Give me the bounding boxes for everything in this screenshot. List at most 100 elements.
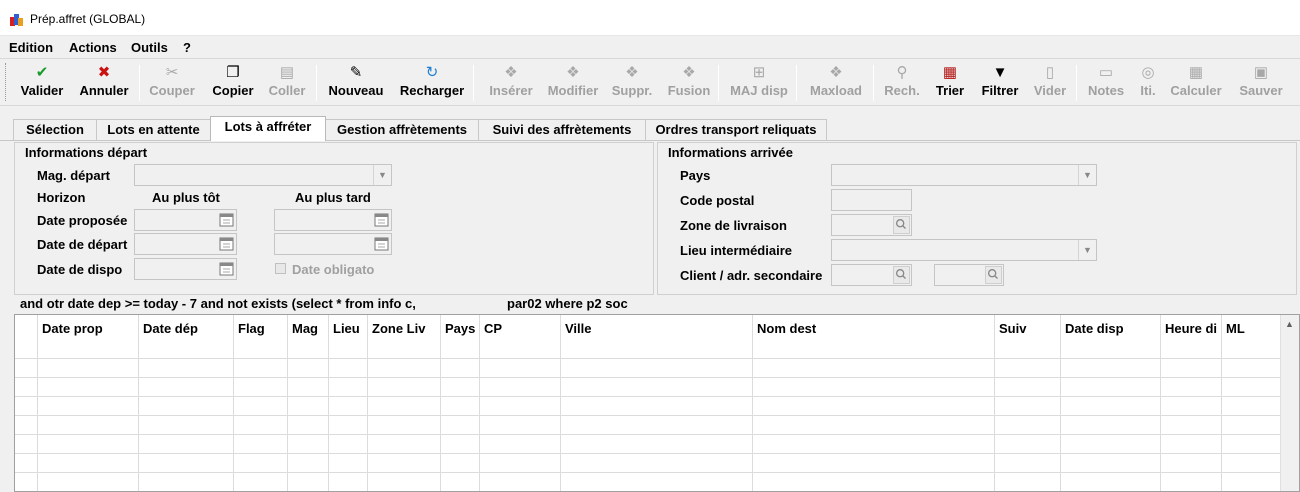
column-header[interactable]: Pays — [445, 321, 475, 336]
grid-column-divider[interactable] — [1060, 315, 1061, 491]
fusion-button[interactable]: ❖ Fusion — [664, 63, 714, 103]
chevron-down-icon[interactable]: ▼ — [373, 165, 391, 185]
zone-livraison-field[interactable] — [831, 214, 912, 236]
tab-ordres-transport-reliquats[interactable]: Ordres transport reliquats — [645, 119, 827, 140]
coller-button[interactable]: ▤ Coller — [265, 63, 309, 103]
column-header[interactable]: CP — [484, 321, 502, 336]
grid-column-divider[interactable] — [1221, 315, 1222, 491]
menu-outils[interactable]: Outils — [131, 40, 168, 55]
suppr-button[interactable]: ❖ Suppr. — [608, 63, 656, 103]
ins-rer-button[interactable]: ❖ Insérer — [482, 63, 540, 103]
column-header[interactable]: Date disp — [1065, 321, 1124, 336]
grid-column-divider[interactable] — [367, 315, 368, 491]
calendar-icon[interactable] — [373, 235, 390, 253]
grid-column-divider[interactable] — [440, 315, 441, 491]
column-header[interactable]: Heure di — [1165, 321, 1217, 336]
toolbar-grip[interactable] — [5, 63, 8, 101]
calculer-button[interactable]: ▦ Calculer — [1166, 63, 1226, 103]
clear-icon: ▯ — [1045, 64, 1055, 81]
menu-edition[interactable]: Edition — [9, 40, 53, 55]
grid-column-divider[interactable] — [752, 315, 753, 491]
couper-button[interactable]: ✂ Couper — [146, 63, 198, 103]
filter-icon: ▼ — [992, 64, 1008, 81]
mag-depart-select[interactable]: ▼ — [134, 164, 392, 186]
column-header[interactable]: Flag — [238, 321, 265, 336]
filtrer-button[interactable]: ▼ Filtrer — [977, 63, 1023, 103]
table-row[interactable] — [15, 415, 1281, 416]
grid-column-divider[interactable] — [479, 315, 480, 491]
tab-lots-a-affreter[interactable]: Lots à affréter — [210, 116, 326, 141]
check-icon: ✔ — [35, 64, 49, 81]
tab-selection[interactable]: Sélection — [13, 119, 97, 140]
grid-column-divider[interactable] — [328, 315, 329, 491]
search-icon[interactable] — [893, 266, 910, 284]
recharger-button[interactable]: ↻ Recharger — [395, 63, 469, 103]
date-depart-from-field[interactable] — [134, 233, 237, 255]
lots-grid[interactable]: Date prop Date dép Flag Mag Lieu Zone Liv Pays… — [14, 314, 1300, 492]
date-depart-to-field[interactable] — [274, 233, 392, 255]
date-dispo-field[interactable] — [134, 258, 237, 280]
iti-button[interactable]: ◎ Iti. — [1135, 63, 1161, 103]
column-header[interactable]: Suiv — [999, 321, 1026, 336]
column-header[interactable]: Mag — [292, 321, 318, 336]
client-field[interactable] — [831, 264, 912, 286]
column-header[interactable]: Zone Liv — [372, 321, 425, 336]
search-icon[interactable] — [893, 216, 910, 234]
table-row[interactable] — [15, 453, 1281, 454]
tab-suivi-affretements[interactable]: Suivi des affrètements — [478, 119, 646, 140]
table-row[interactable] — [15, 396, 1281, 397]
annuler-button[interactable]: ✖ Annuler — [75, 63, 133, 103]
copier-button[interactable]: ❐ Copier — [207, 63, 259, 103]
trier-button[interactable]: ▦ Trier — [932, 63, 968, 103]
tab-gestion-affretements[interactable]: Gestion affrètements — [325, 119, 479, 140]
table-row[interactable] — [15, 434, 1281, 435]
lieu-intermediaire-select[interactable]: ▼ — [831, 239, 1097, 261]
column-header[interactable]: ML — [1226, 321, 1245, 336]
table-row[interactable] — [15, 377, 1281, 378]
scroll-up-icon[interactable]: ▲ — [1285, 319, 1294, 329]
date-proposee-to-field[interactable] — [274, 209, 392, 231]
adr-secondaire-field[interactable] — [934, 264, 1004, 286]
sauver-button[interactable]: ▣ Sauver — [1235, 63, 1287, 103]
calendar-icon[interactable] — [218, 235, 235, 253]
column-header[interactable]: Date dép — [143, 321, 198, 336]
maj-disp-button[interactable]: ⊞ MAJ disp — [727, 63, 791, 103]
vider-button[interactable]: ▯ Vider — [1029, 63, 1071, 103]
grid-column-divider[interactable] — [138, 315, 139, 491]
maxload-button[interactable]: ❖ Maxload — [805, 63, 867, 103]
calendar-icon[interactable] — [218, 211, 235, 229]
modifier-button[interactable]: ❖ Modifier — [541, 63, 605, 103]
grid-column-divider[interactable] — [287, 315, 288, 491]
horizon-label: Horizon — [37, 190, 86, 205]
date-obligatoire-label: Date obligato — [292, 262, 375, 277]
tab-lots-en-attente[interactable]: Lots en attente — [96, 119, 211, 140]
arrivee-panel: Informations arrivée Pays ▼ Code postal … — [657, 142, 1297, 295]
table-row[interactable] — [15, 472, 1281, 473]
code-postal-field[interactable] — [831, 189, 912, 211]
rech-button[interactable]: ⚲ Rech. — [880, 63, 924, 103]
menu-actions[interactable]: Actions — [69, 40, 117, 55]
nouveau-button[interactable]: ✎ Nouveau — [323, 63, 389, 103]
grid-column-divider[interactable] — [1160, 315, 1161, 491]
grid-vertical-scrollbar[interactable]: ▲ — [1280, 315, 1299, 491]
date-obligatoire-checkbox[interactable] — [275, 263, 286, 274]
valider-button[interactable]: ✔ Valider — [14, 63, 70, 103]
chevron-down-icon[interactable]: ▼ — [1078, 165, 1096, 185]
date-proposee-from-field[interactable] — [134, 209, 237, 231]
column-header[interactable]: Ville — [565, 321, 592, 336]
notes-button[interactable]: ▭ Notes — [1085, 63, 1127, 103]
column-header[interactable]: Lieu — [333, 321, 360, 336]
grid-column-divider[interactable] — [37, 315, 38, 491]
pays-select[interactable]: ▼ — [831, 164, 1097, 186]
calendar-icon[interactable] — [373, 211, 390, 229]
grid-column-divider[interactable] — [233, 315, 234, 491]
menu-help[interactable]: ? — [183, 40, 191, 55]
grid-column-divider[interactable] — [560, 315, 561, 491]
client-adr-label: Client / adr. secondaire — [680, 268, 823, 283]
column-header[interactable]: Date prop — [42, 321, 103, 336]
grid-column-divider[interactable] — [994, 315, 995, 491]
calendar-icon[interactable] — [218, 260, 235, 278]
column-header[interactable]: Nom dest — [757, 321, 816, 336]
search-icon[interactable] — [985, 266, 1002, 284]
chevron-down-icon[interactable]: ▼ — [1078, 240, 1096, 260]
